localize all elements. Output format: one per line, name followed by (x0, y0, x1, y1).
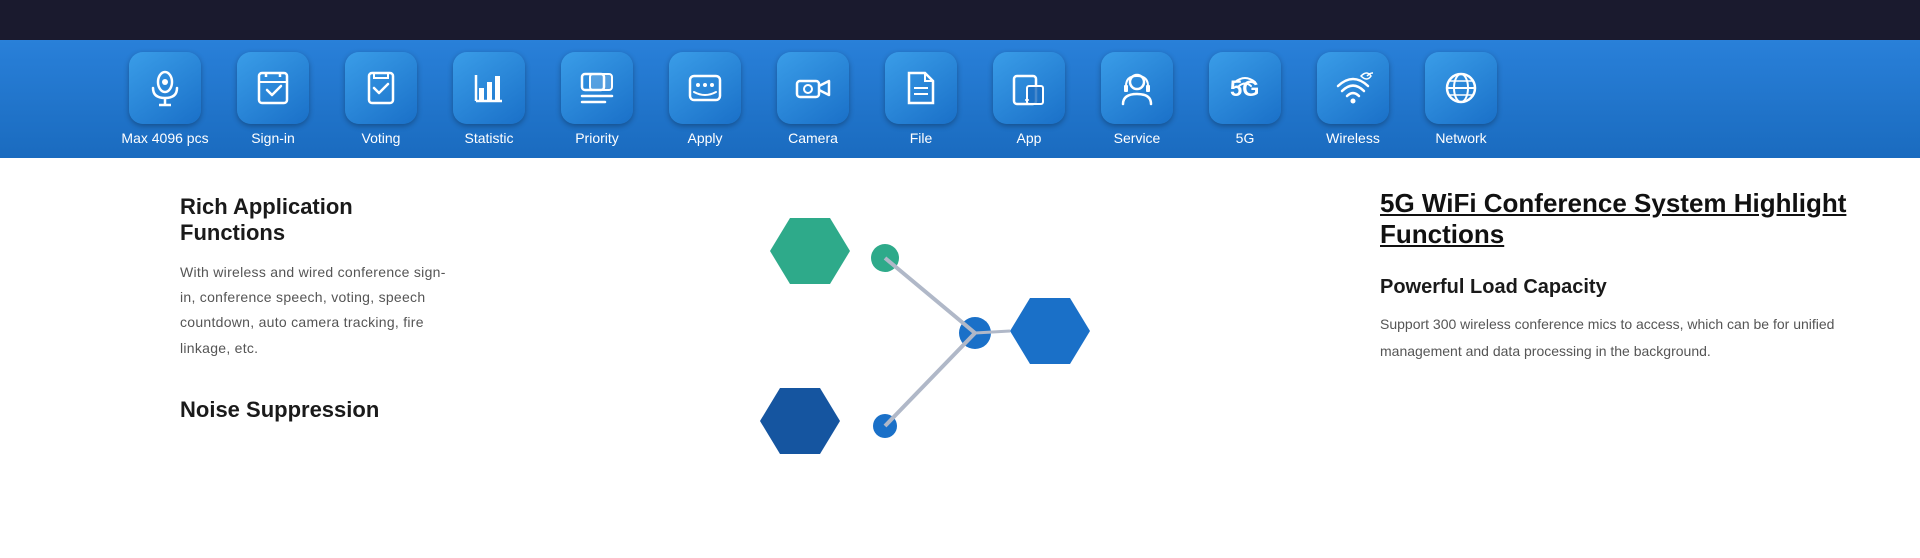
top-black-bar (0, 0, 1920, 40)
toolbar-icon-box-5g: 5G (1209, 52, 1281, 124)
toolbar-label-signin: Sign-in (251, 130, 295, 146)
toolbar-item-statistic[interactable]: Statistic (444, 52, 534, 146)
rich-app-text: With wireless and wired conference sign-… (180, 260, 460, 361)
toolbar-icon-box-wireless (1317, 52, 1389, 124)
fiveg-icon: 5G (1225, 68, 1265, 108)
svg-text:5G: 5G (1230, 76, 1259, 101)
app-icon (1009, 68, 1049, 108)
noise-title: Noise Suppression (180, 397, 460, 423)
wireless-icon (1333, 68, 1373, 108)
service-icon (1117, 68, 1157, 108)
center-diagram (500, 158, 1340, 498)
hex-teal-large (770, 218, 850, 284)
toolbar-icon-box-statistic (453, 52, 525, 124)
diagram-svg (710, 178, 1130, 478)
toolbar-icon-box-voting (345, 52, 417, 124)
toolbar-label-file: File (910, 130, 933, 146)
toolbar-label-service: Service (1114, 130, 1161, 146)
network-icon (1441, 68, 1481, 108)
toolbar-item-file[interactable]: File (876, 52, 966, 146)
toolbar-icon-box-camera (777, 52, 849, 124)
line-top-center (885, 258, 975, 333)
toolbar-label-priority: Priority (575, 130, 619, 146)
toolbar-item-5g[interactable]: 5G 5G (1200, 52, 1290, 146)
right-section: 5G WiFi Conference System Highlight Func… (1340, 158, 1920, 498)
mic-icon (145, 68, 185, 108)
hex-blue-bottom (760, 388, 840, 454)
toolbar-label-apply: Apply (687, 130, 722, 146)
toolbar-item-priority[interactable]: Priority (552, 52, 642, 146)
toolbar-label-statistic: Statistic (464, 130, 513, 146)
main-content: Rich Application Functions With wireless… (0, 158, 1920, 498)
toolbar-item-max4096[interactable]: Max 4096 pcs (120, 52, 210, 146)
toolbar-icon-box-apply (669, 52, 741, 124)
toolbar-item-app[interactable]: App (984, 52, 1074, 146)
toolbar-item-network[interactable]: Network (1416, 52, 1506, 146)
toolbar-label-wireless: Wireless (1326, 130, 1380, 146)
toolbar-icon-box-priority (561, 52, 633, 124)
toolbar-label-network: Network (1435, 130, 1486, 146)
feature-title: Powerful Load Capacity (1380, 276, 1860, 299)
toolbar-icon-box-mic (129, 52, 201, 124)
file-icon (901, 68, 941, 108)
toolbar-item-wireless[interactable]: Wireless (1308, 52, 1398, 146)
hex-blue-right (1010, 298, 1090, 364)
toolbar-item-apply[interactable]: Apply (660, 52, 750, 146)
toolbar-icon-box-app (993, 52, 1065, 124)
apply-icon (685, 68, 725, 108)
line-center-right (975, 331, 1010, 333)
line-bottom-center (885, 333, 975, 426)
toolbar-label-max4096: Max 4096 pcs (121, 130, 208, 146)
highlight-title: 5G WiFi Conference System Highlight Func… (1380, 188, 1860, 250)
priority-icon (577, 68, 617, 108)
toolbar-icon-box-signin (237, 52, 309, 124)
toolbar-item-service[interactable]: Service (1092, 52, 1182, 146)
icon-toolbar: Max 4096 pcs Sign-in Voting (0, 40, 1920, 158)
rich-app-title: Rich Application Functions (180, 194, 460, 246)
feature-text: Support 300 wireless conference mics to … (1380, 311, 1860, 364)
voting-icon (361, 68, 401, 108)
toolbar-label-5g: 5G (1236, 130, 1255, 146)
camera-icon (793, 68, 833, 108)
toolbar-icon-box-network (1425, 52, 1497, 124)
toolbar-label-camera: Camera (788, 130, 838, 146)
left-section: Rich Application Functions With wireless… (0, 158, 500, 498)
toolbar-item-signin[interactable]: Sign-in (228, 52, 318, 146)
toolbar-label-app: App (1017, 130, 1042, 146)
toolbar-label-voting: Voting (362, 130, 401, 146)
toolbar-icon-box-file (885, 52, 957, 124)
toolbar-item-camera[interactable]: Camera (768, 52, 858, 146)
statistic-icon (469, 68, 509, 108)
toolbar-icon-box-service (1101, 52, 1173, 124)
signin-icon (253, 68, 293, 108)
toolbar-item-voting[interactable]: Voting (336, 52, 426, 146)
